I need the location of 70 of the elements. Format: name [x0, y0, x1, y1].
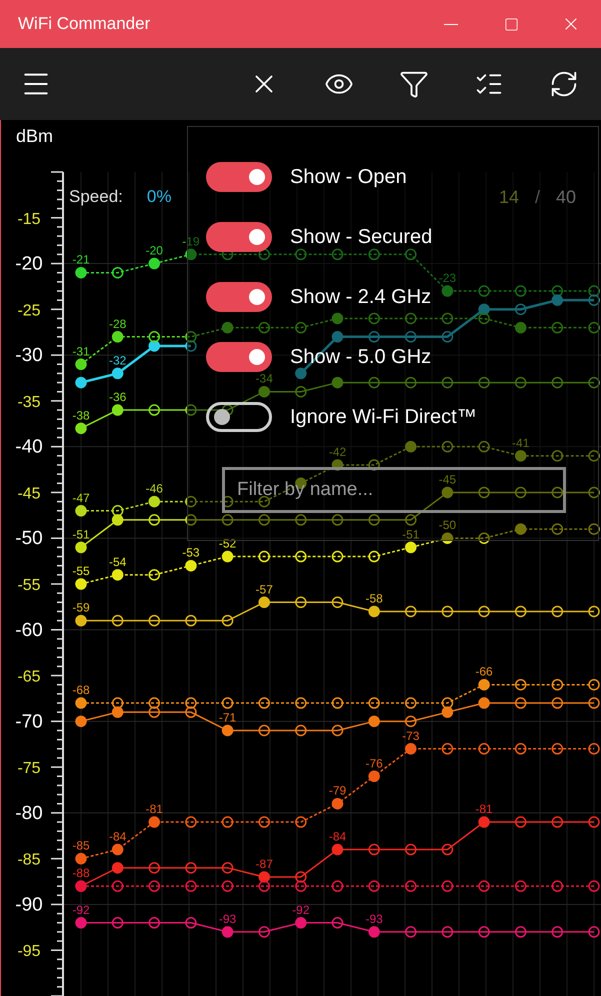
tick-label: -95	[17, 943, 41, 960]
speed-value: 0%	[146, 186, 172, 208]
tick-label: -35	[17, 394, 41, 411]
data-label: -47	[72, 490, 90, 505]
toggle-label: Show - 2.4 GHz	[290, 285, 432, 310]
tick-label: -55	[17, 577, 41, 594]
tick-label: -25	[17, 302, 41, 320]
data-label: -36	[108, 390, 126, 404]
tick-label: -60	[15, 620, 43, 641]
data-label: -93	[218, 912, 236, 926]
data-label: -28	[108, 316, 126, 331]
data-label: -54	[108, 554, 126, 569]
data-label: -46	[146, 482, 163, 496]
data-label: -71	[218, 710, 236, 724]
data-label: -31	[72, 344, 90, 358]
data-label: -51	[72, 527, 90, 542]
tick-label: -75	[17, 760, 41, 778]
data-label: -81	[475, 802, 493, 816]
count-separator: /	[535, 186, 540, 209]
data-label: -84	[108, 830, 126, 844]
data-label: -42	[328, 444, 346, 459]
tick-label: -70	[15, 711, 43, 732]
data-label: -92	[292, 902, 310, 917]
data-label: -32	[108, 353, 126, 368]
data-label: -58	[365, 591, 383, 606]
data-label: -87	[256, 856, 273, 871]
toggle-label: Show - Secured	[290, 225, 432, 250]
toggle-label: Show - Open	[290, 165, 407, 190]
data-label: -53	[182, 546, 200, 560]
window-title: WiFi Commander	[18, 13, 152, 36]
data-label: -93	[365, 912, 383, 926]
tick-label: -80	[15, 802, 43, 824]
data-label: -19	[182, 234, 200, 248]
data-label: -57	[256, 582, 273, 596]
data-label: -73	[402, 728, 420, 743]
axis-label: dBm	[16, 126, 54, 146]
data-label: -84	[328, 830, 346, 844]
total-count: 40	[556, 186, 576, 209]
tick-label: -30	[15, 345, 43, 366]
tick-label: -50	[15, 528, 43, 550]
data-label: -45	[438, 472, 456, 486]
toggle-label: Ignore Wi-Fi Direct™	[290, 405, 477, 430]
data-label: -38	[72, 408, 90, 422]
data-label: -81	[146, 802, 163, 816]
tick-label: -90	[15, 894, 43, 916]
data-label: -66	[475, 664, 493, 679]
tick-label: -15	[17, 210, 41, 228]
data-label: -59	[72, 600, 90, 615]
data-label: -55	[72, 564, 90, 578]
toggle-label: Show - 5.0 GHz	[290, 345, 432, 370]
tick-label: -45	[17, 485, 41, 502]
data-label: -92	[72, 902, 90, 917]
data-label: -85	[72, 838, 90, 853]
data-label: -21	[72, 252, 90, 267]
shown-count: 14	[499, 186, 520, 209]
data-label: -51	[402, 527, 420, 542]
tick-label: -20	[15, 254, 43, 275]
data-label: -34	[256, 372, 273, 386]
data-label: -68	[72, 683, 90, 698]
data-label: -23	[438, 271, 456, 286]
data-label: -50	[438, 518, 456, 532]
data-label: -79	[328, 784, 346, 798]
data-label: -88	[72, 866, 90, 880]
tick-label: -65	[17, 668, 41, 686]
tick-label: -85	[17, 852, 41, 869]
speed-label: Speed:	[69, 186, 123, 208]
data-label: -76	[365, 756, 383, 770]
data-label: -41	[512, 436, 530, 450]
tick-label: -40	[15, 436, 43, 458]
data-label: -20	[146, 244, 163, 258]
